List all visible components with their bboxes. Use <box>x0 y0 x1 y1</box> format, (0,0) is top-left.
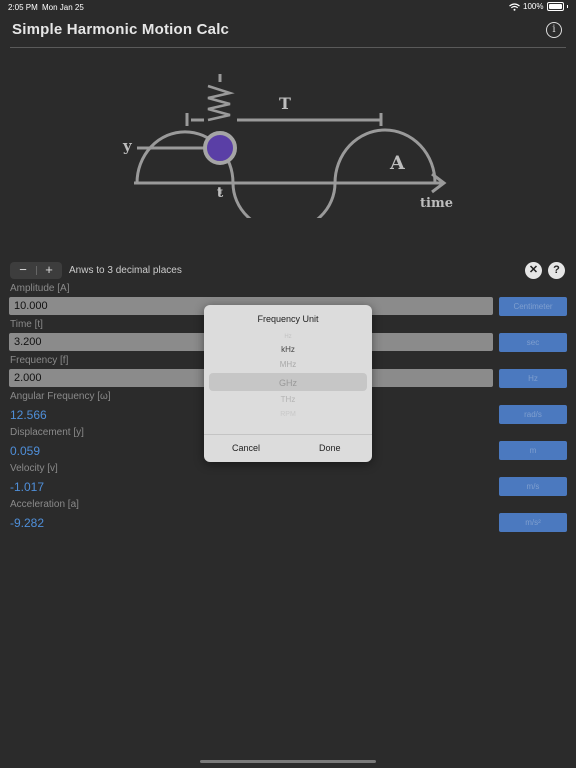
shm-diagram: T y A t time <box>122 74 453 218</box>
battery-percent: 100% <box>523 2 544 11</box>
status-bar: 2:05 PM Mon Jan 25 100% <box>0 0 576 16</box>
displacement-label: Displacement [y] <box>10 427 84 438</box>
picker-option[interactable]: Hz <box>204 334 372 340</box>
decrease-precision-button[interactable]: − <box>10 262 36 279</box>
picker-option[interactable]: THz <box>204 395 372 404</box>
acceleration-unit-button[interactable]: m/s² <box>499 513 567 532</box>
info-icon[interactable]: i <box>546 22 562 38</box>
displacement-value: 0.059 <box>10 444 41 458</box>
acceleration-value: -9.282 <box>10 516 45 530</box>
picker-option-selected[interactable]: GHz <box>204 378 372 388</box>
frequency-unit-picker: Frequency Unit Hz kHz MHz GHz THz RPM Ca… <box>204 305 372 462</box>
frequency-label: Frequency [f] <box>10 355 69 366</box>
velocity-unit-button[interactable]: m/s <box>499 477 567 496</box>
frequency-unit-button[interactable]: Hz <box>499 369 567 388</box>
sine-wave <box>135 128 437 218</box>
angular-frequency-value: 12.566 <box>10 408 47 422</box>
amplitude-label: Amplitude [A] <box>10 283 70 294</box>
done-button[interactable]: Done <box>319 443 341 453</box>
clear-icon[interactable]: ✕ <box>525 262 542 279</box>
precision-stepper[interactable]: − + <box>10 262 62 279</box>
header-divider <box>10 47 566 48</box>
acceleration-label: Acceleration [a] <box>10 499 79 510</box>
amplitude-unit-button[interactable]: Centimeter <box>499 297 567 316</box>
picker-option[interactable]: MHz <box>204 360 372 369</box>
home-indicator[interactable] <box>200 760 376 763</box>
angular-frequency-unit-button[interactable]: rad/s <box>499 405 567 424</box>
wifi-icon <box>509 2 520 11</box>
status-time: 2:05 PM <box>8 3 38 12</box>
help-icon[interactable]: ? <box>548 262 565 279</box>
time-label: Time [t] <box>10 319 43 330</box>
velocity-label: Velocity [v] <box>10 463 58 474</box>
mass-circle <box>203 131 237 165</box>
label-period: T <box>279 94 291 113</box>
status-right: 100% <box>509 2 568 11</box>
picker-option[interactable]: RPM <box>204 411 372 418</box>
spring-icon <box>207 84 235 122</box>
label-time-axis: time <box>420 196 453 211</box>
page-title: Simple Harmonic Motion Calc <box>12 21 230 38</box>
label-displacement: y <box>122 137 133 155</box>
battery-icon <box>546 2 564 11</box>
precision-label: Anws to 3 decimal places <box>69 265 182 276</box>
picker-divider <box>204 434 372 435</box>
cancel-button[interactable]: Cancel <box>232 443 260 453</box>
picker-title: Frequency Unit <box>257 314 319 324</box>
time-unit-button[interactable]: sec <box>499 333 567 352</box>
label-amplitude: A <box>389 152 405 174</box>
velocity-value: -1.017 <box>10 480 45 494</box>
increase-precision-button[interactable]: + <box>36 262 62 279</box>
status-date: Mon Jan 25 <box>42 3 84 12</box>
battery-tip <box>566 5 568 8</box>
label-time-point: t <box>217 185 224 201</box>
angular-frequency-label: Angular Frequency [ω] <box>10 391 111 402</box>
picker-option[interactable]: kHz <box>204 345 372 354</box>
displacement-unit-button[interactable]: m <box>499 441 567 460</box>
